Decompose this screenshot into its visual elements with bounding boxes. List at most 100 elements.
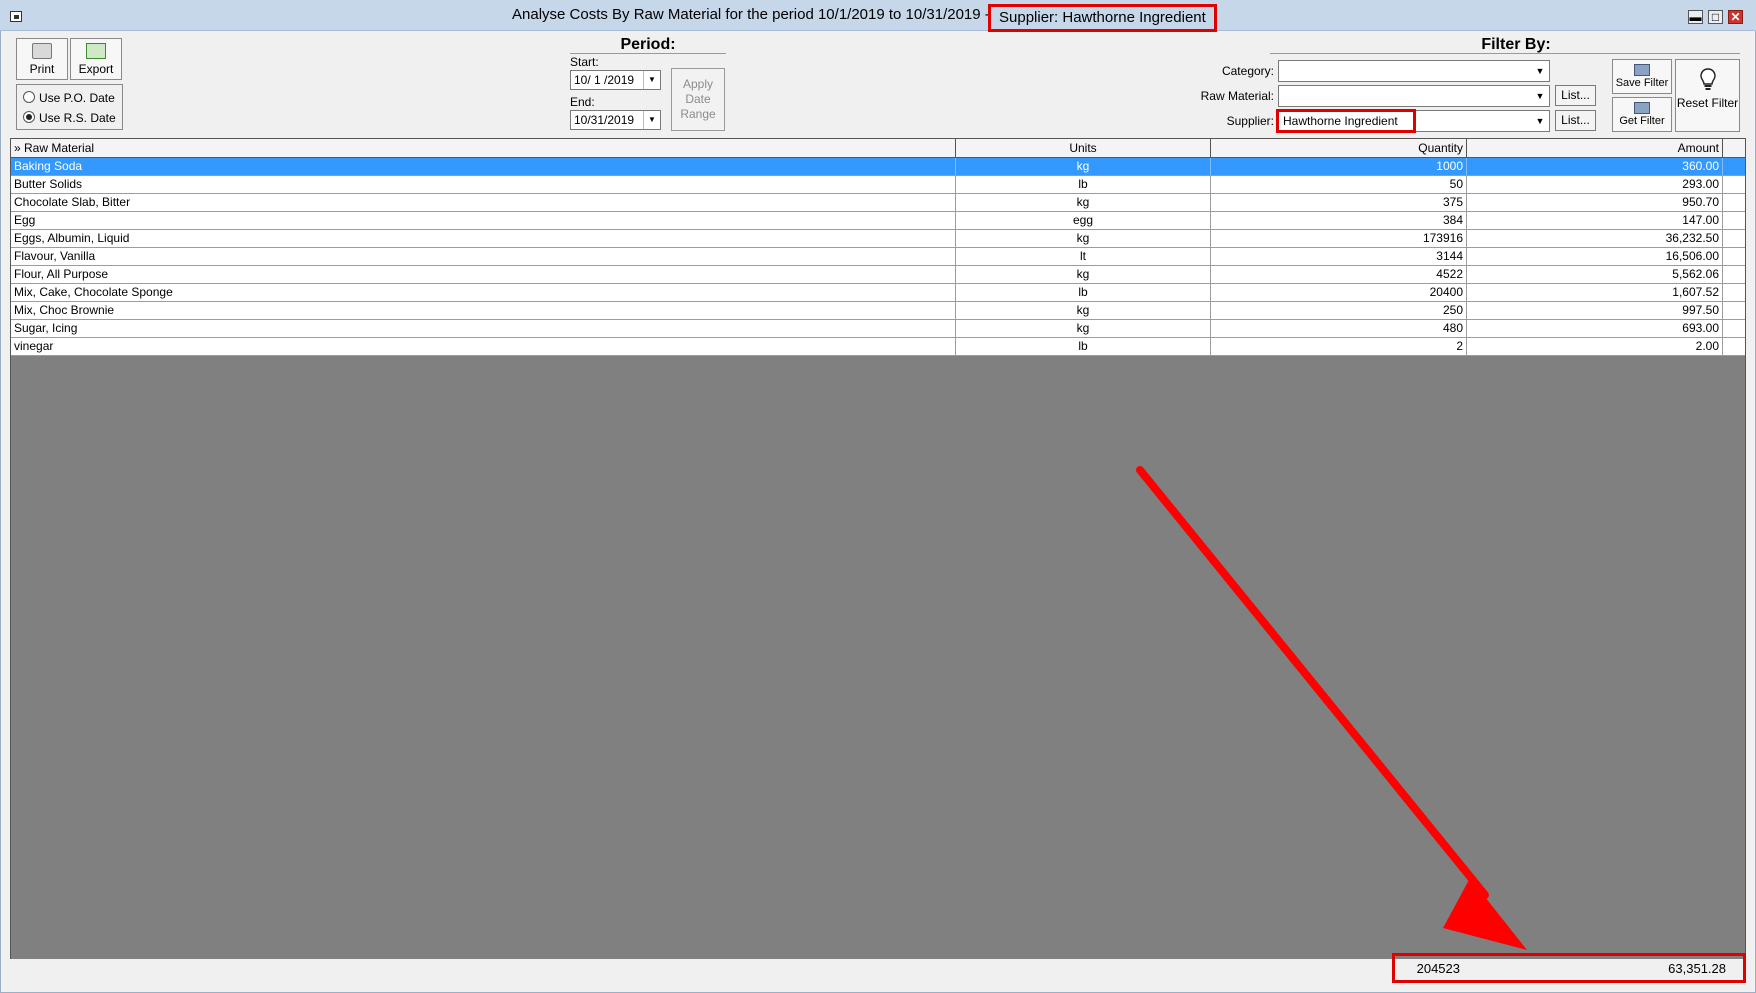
use-rs-date-label: Use R.S. Date xyxy=(39,111,116,125)
window-title: Analyse Costs By Raw Material for the pe… xyxy=(512,6,990,23)
units-cell: lt xyxy=(956,248,1211,265)
filter-divider xyxy=(1270,53,1740,54)
use-rs-date-radio[interactable]: Use R.S. Date xyxy=(23,111,116,127)
units-cell: kg xyxy=(956,194,1211,211)
results-grid[interactable]: » Raw Material Units Quantity Amount Bak… xyxy=(10,138,1746,962)
window-app-icon[interactable] xyxy=(10,11,22,22)
table-row[interactable]: vinegar lb 2 2.00 xyxy=(11,338,1745,356)
amount-cell: 693.00 xyxy=(1467,320,1723,337)
export-button[interactable]: Export xyxy=(70,38,122,80)
column-header-quantity[interactable]: Quantity xyxy=(1211,139,1467,157)
table-row[interactable]: Flour, All Purpose kg 4522 5,562.06 xyxy=(11,266,1745,284)
column-header-raw-material[interactable]: » Raw Material xyxy=(11,139,956,157)
minimize-icon: ▬ xyxy=(1689,10,1702,24)
period-divider xyxy=(570,53,726,54)
raw-material-cell: Butter Solids xyxy=(11,176,956,193)
grid-header: » Raw Material Units Quantity Amount xyxy=(11,139,1745,158)
column-header-amount[interactable]: Amount xyxy=(1467,139,1723,157)
table-row[interactable]: Eggs, Albumin, Liquid kg 173916 36,232.50 xyxy=(11,230,1745,248)
amount-cell: 360.00 xyxy=(1467,158,1723,175)
chevron-down-icon[interactable]: ▼ xyxy=(643,71,660,89)
amount-cell: 147.00 xyxy=(1467,212,1723,229)
raw-material-cell: Chocolate Slab, Bitter xyxy=(11,194,956,211)
amount-cell: 16,506.00 xyxy=(1467,248,1723,265)
radio-selected-icon xyxy=(23,111,35,123)
amount-cell: 2.00 xyxy=(1467,338,1723,355)
raw-material-cell: Flour, All Purpose xyxy=(11,266,956,283)
table-row[interactable]: Mix, Cake, Chocolate Sponge lb 20400 1,607.… xyxy=(11,284,1745,302)
get-filter-icon xyxy=(1634,102,1650,114)
close-button[interactable]: ✕ xyxy=(1728,10,1743,24)
date-basis-group: Use P.O. Date Use R.S. Date xyxy=(16,84,123,130)
save-filter-button[interactable]: Save Filter xyxy=(1612,59,1672,94)
units-cell: kg xyxy=(956,158,1211,175)
supplier-value: Hawthorne Ingredient xyxy=(1283,114,1398,128)
table-row[interactable]: Mix, Choc Brownie kg 250 997.50 xyxy=(11,302,1745,320)
radio-circle-icon xyxy=(23,91,35,103)
table-row[interactable]: Baking Soda kg 1000 360.00 xyxy=(11,158,1745,176)
units-cell: kg xyxy=(956,266,1211,283)
raw-material-list-button[interactable]: List... xyxy=(1555,85,1596,106)
quantity-cell: 2 xyxy=(1211,338,1467,355)
table-row[interactable]: Egg egg 384 147.00 xyxy=(11,212,1745,230)
chevron-down-icon[interactable]: ▼ xyxy=(1533,86,1547,106)
minimize-button[interactable]: ▬ xyxy=(1688,10,1703,24)
chevron-down-icon[interactable]: ▼ xyxy=(643,111,660,129)
reset-filter-button[interactable]: Reset Filter xyxy=(1675,59,1740,132)
raw-material-select[interactable]: ▼ xyxy=(1278,85,1550,107)
quantity-cell: 375 xyxy=(1211,194,1467,211)
spreadsheet-icon xyxy=(86,43,106,59)
lightbulb-icon xyxy=(1699,68,1716,90)
use-po-date-radio[interactable]: Use P.O. Date xyxy=(23,91,115,107)
maximize-button[interactable]: □ xyxy=(1708,10,1723,24)
units-cell: lb xyxy=(956,338,1211,355)
save-filter-icon xyxy=(1634,64,1650,76)
quantity-cell: 480 xyxy=(1211,320,1467,337)
end-label: End: xyxy=(570,95,595,109)
title-bar[interactable]: Analyse Costs By Raw Material for the pe… xyxy=(0,0,1756,32)
quantity-cell: 250 xyxy=(1211,302,1467,319)
raw-material-label: Raw Material: xyxy=(1200,89,1274,103)
end-date-picker[interactable]: 10/31/2019 ▼ xyxy=(570,110,661,130)
raw-material-cell: Eggs, Albumin, Liquid xyxy=(11,230,956,247)
close-icon: ✕ xyxy=(1730,10,1741,24)
amount-cell: 5,562.06 xyxy=(1467,266,1723,283)
amount-cell: 36,232.50 xyxy=(1467,230,1723,247)
quantity-cell: 50 xyxy=(1211,176,1467,193)
quantity-cell: 173916 xyxy=(1211,230,1467,247)
get-filter-button[interactable]: Get Filter xyxy=(1612,97,1672,132)
raw-material-cell: vinegar xyxy=(11,338,956,355)
quantity-cell: 20400 xyxy=(1211,284,1467,301)
amount-cell: 1,607.52 xyxy=(1467,284,1723,301)
table-row[interactable]: Butter Solids lb 50 293.00 xyxy=(11,176,1745,194)
reset-filter-label: Reset Filter xyxy=(1676,96,1739,110)
supplier-list-button[interactable]: List... xyxy=(1555,110,1596,131)
start-date-picker[interactable]: 10/ 1 /2019 ▼ xyxy=(570,70,661,90)
raw-material-cell: Egg xyxy=(11,212,956,229)
raw-material-cell: Sugar, Icing xyxy=(11,320,956,337)
units-cell: kg xyxy=(956,320,1211,337)
category-select[interactable]: ▼ xyxy=(1278,60,1550,82)
table-row[interactable]: Sugar, Icing kg 480 693.00 xyxy=(11,320,1745,338)
quantity-cell: 3144 xyxy=(1211,248,1467,265)
quantity-cell: 1000 xyxy=(1211,158,1467,175)
chevron-down-icon[interactable]: ▼ xyxy=(1533,111,1547,131)
units-cell: lb xyxy=(956,176,1211,193)
table-row[interactable]: Flavour, Vanilla lt 3144 16,506.00 xyxy=(11,248,1745,266)
chevron-down-icon[interactable]: ▼ xyxy=(1533,61,1547,81)
save-filter-label: Save Filter xyxy=(1615,77,1669,89)
start-label: Start: xyxy=(570,55,599,69)
use-po-date-label: Use P.O. Date xyxy=(39,91,115,105)
print-button[interactable]: Print xyxy=(16,38,68,80)
units-cell: egg xyxy=(956,212,1211,229)
title-supplier-highlight: Supplier: Hawthorne Ingredient xyxy=(988,4,1217,32)
category-label: Category: xyxy=(1221,64,1274,78)
quantity-cell: 384 xyxy=(1211,212,1467,229)
raw-material-cell: Mix, Choc Brownie xyxy=(11,302,956,319)
raw-material-cell: Baking Soda xyxy=(11,158,956,175)
get-filter-label: Get Filter xyxy=(1619,115,1665,127)
column-header-units[interactable]: Units xyxy=(956,139,1211,157)
table-row[interactable]: Chocolate Slab, Bitter kg 375 950.70 xyxy=(11,194,1745,212)
apply-date-range-button[interactable]: Apply Date Range xyxy=(671,68,725,131)
supplier-select[interactable]: Hawthorne Ingredient ▼ xyxy=(1278,110,1550,132)
